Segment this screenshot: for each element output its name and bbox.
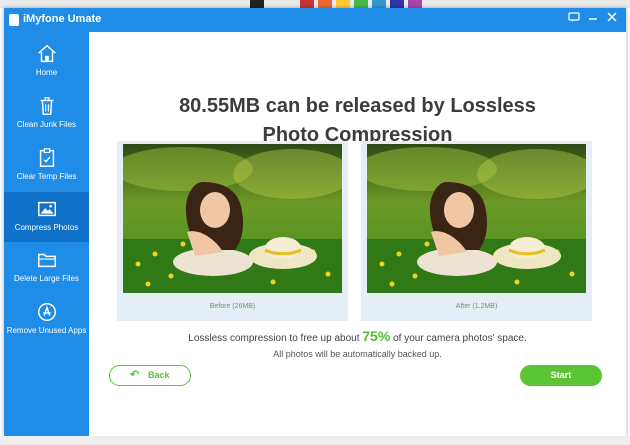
feedback-icon[interactable] xyxy=(566,11,582,27)
minimize-button[interactable] xyxy=(585,11,601,27)
sidebar-item-clear-temp-files[interactable]: Clear Temp Files xyxy=(4,141,89,191)
photo-icon xyxy=(37,201,56,217)
back-arrow-icon: ↶ xyxy=(130,369,140,381)
after-photo-panel: After (1.2MB) xyxy=(361,141,592,321)
backup-note: All photos will be automatically backed … xyxy=(273,349,442,359)
sidebar: Home Clean Junk Files Clear Temp Files C… xyxy=(4,32,89,436)
back-button[interactable]: ↶ Back xyxy=(109,365,191,386)
headline-line-1: 80.55MB can be released by Lossless xyxy=(179,95,536,117)
sidebar-item-delete-large-files[interactable]: Delete Large Files xyxy=(4,243,89,293)
after-caption: After (1.2MB) xyxy=(455,303,498,310)
close-button[interactable] xyxy=(604,11,620,27)
before-photo-panel: Before (26MB) xyxy=(117,141,348,321)
savings-percent: 75% xyxy=(362,328,391,344)
home-icon xyxy=(37,44,56,63)
sidebar-item-home[interactable]: Home xyxy=(4,37,89,87)
folder-icon xyxy=(37,253,56,268)
start-button[interactable]: Start xyxy=(520,365,602,386)
trash-icon xyxy=(40,97,53,115)
title-bar: iMyfone Umate xyxy=(4,8,626,32)
background-taskbar-strip xyxy=(0,436,630,445)
before-photo xyxy=(123,144,342,293)
after-photo xyxy=(367,144,586,293)
desc-prefix: Lossless compression to free up about xyxy=(188,333,360,344)
sidebar-item-label: Clean Junk Files xyxy=(16,120,77,129)
app-title: iMyfone Umate xyxy=(23,13,102,25)
app-logo-icon xyxy=(9,14,19,26)
sidebar-item-label: Clear Temp Files xyxy=(16,172,77,181)
sidebar-item-label: Delete Large Files xyxy=(14,274,79,283)
sidebar-item-clean-junk-files[interactable]: Clean Junk Files xyxy=(4,89,89,139)
sidebar-item-label: Compress Photos xyxy=(14,223,79,232)
app-window: iMyfone Umate Home Clean Junk Files Clea… xyxy=(4,8,626,436)
sidebar-item-remove-unused-apps[interactable]: Remove Unused Apps xyxy=(4,295,89,345)
sidebar-item-compress-photos[interactable]: Compress Photos xyxy=(4,192,89,242)
start-button-label: Start xyxy=(550,370,572,380)
desc-suffix: of your camera photos' space. xyxy=(393,333,527,344)
main-content: 80.55MB can be released by Lossless Phot… xyxy=(89,32,626,436)
app-store-icon xyxy=(37,303,56,321)
compression-description: Lossless compression to free up about 75… xyxy=(89,328,626,344)
sidebar-item-label: Remove Unused Apps xyxy=(6,326,87,335)
background-toolbar-strip xyxy=(0,0,630,8)
temp-file-icon xyxy=(39,148,54,167)
sidebar-item-label: Home xyxy=(35,68,58,77)
before-caption: Before (26MB) xyxy=(209,303,256,310)
back-button-label: Back xyxy=(148,370,170,380)
